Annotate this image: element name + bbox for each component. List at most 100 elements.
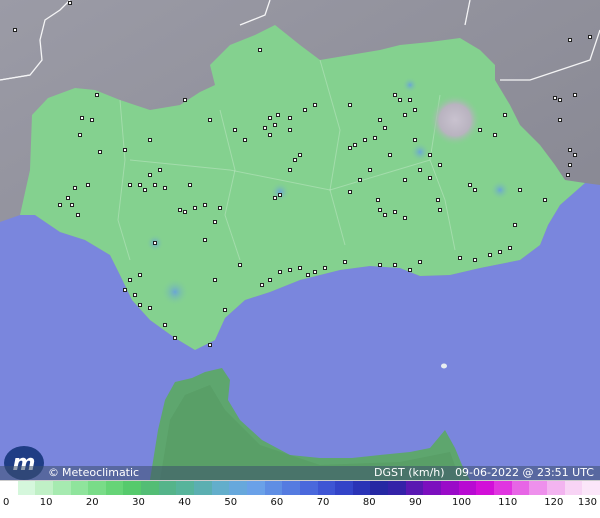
- station-marker[interactable]: [233, 128, 237, 132]
- station-marker[interactable]: [183, 210, 187, 214]
- station-marker[interactable]: [218, 206, 222, 210]
- station-marker[interactable]: [568, 148, 572, 152]
- station-marker[interactable]: [158, 168, 162, 172]
- station-marker[interactable]: [208, 118, 212, 122]
- station-marker[interactable]: [128, 278, 132, 282]
- station-marker[interactable]: [273, 196, 277, 200]
- station-marker[interactable]: [568, 163, 572, 167]
- station-marker[interactable]: [70, 203, 74, 207]
- station-marker[interactable]: [276, 113, 280, 117]
- station-marker[interactable]: [153, 183, 157, 187]
- station-marker[interactable]: [313, 103, 317, 107]
- station-marker[interactable]: [95, 93, 99, 97]
- station-marker[interactable]: [518, 188, 522, 192]
- station-marker[interactable]: [573, 153, 577, 157]
- station-marker[interactable]: [403, 216, 407, 220]
- station-marker[interactable]: [203, 203, 207, 207]
- station-marker[interactable]: [66, 196, 70, 200]
- station-marker[interactable]: [413, 138, 417, 142]
- station-marker[interactable]: [298, 266, 302, 270]
- station-marker[interactable]: [408, 98, 412, 102]
- station-marker[interactable]: [278, 270, 282, 274]
- station-marker[interactable]: [263, 126, 267, 130]
- station-marker[interactable]: [553, 96, 557, 100]
- station-marker[interactable]: [378, 263, 382, 267]
- station-marker[interactable]: [163, 323, 167, 327]
- station-marker[interactable]: [373, 136, 377, 140]
- station-marker[interactable]: [418, 168, 422, 172]
- station-marker[interactable]: [58, 203, 62, 207]
- station-marker[interactable]: [78, 133, 82, 137]
- station-marker[interactable]: [213, 278, 217, 282]
- station-marker[interactable]: [303, 108, 307, 112]
- map-canvas[interactable]: [0, 0, 600, 517]
- station-marker[interactable]: [258, 48, 262, 52]
- station-marker[interactable]: [383, 126, 387, 130]
- station-marker[interactable]: [13, 28, 17, 32]
- station-marker[interactable]: [408, 268, 412, 272]
- station-marker[interactable]: [558, 118, 562, 122]
- station-marker[interactable]: [348, 103, 352, 107]
- station-marker[interactable]: [153, 241, 157, 245]
- station-marker[interactable]: [163, 186, 167, 190]
- station-marker[interactable]: [268, 278, 272, 282]
- station-marker[interactable]: [193, 206, 197, 210]
- station-marker[interactable]: [123, 288, 127, 292]
- station-marker[interactable]: [393, 263, 397, 267]
- station-marker[interactable]: [203, 238, 207, 242]
- station-marker[interactable]: [73, 186, 77, 190]
- station-marker[interactable]: [428, 176, 432, 180]
- station-marker[interactable]: [458, 256, 462, 260]
- station-marker[interactable]: [76, 213, 80, 217]
- station-marker[interactable]: [188, 183, 192, 187]
- station-marker[interactable]: [178, 208, 182, 212]
- station-marker[interactable]: [213, 220, 217, 224]
- station-marker[interactable]: [223, 308, 227, 312]
- station-marker[interactable]: [298, 153, 302, 157]
- station-marker[interactable]: [138, 273, 142, 277]
- station-marker[interactable]: [488, 253, 492, 257]
- station-marker[interactable]: [128, 183, 132, 187]
- station-marker[interactable]: [173, 336, 177, 340]
- station-marker[interactable]: [268, 116, 272, 120]
- station-marker[interactable]: [348, 146, 352, 150]
- station-marker[interactable]: [413, 108, 417, 112]
- station-marker[interactable]: [86, 183, 90, 187]
- station-marker[interactable]: [403, 113, 407, 117]
- station-marker[interactable]: [398, 98, 402, 102]
- station-marker[interactable]: [90, 118, 94, 122]
- station-marker[interactable]: [428, 153, 432, 157]
- station-marker[interactable]: [393, 93, 397, 97]
- station-marker[interactable]: [473, 258, 477, 262]
- station-marker[interactable]: [133, 293, 137, 297]
- station-marker[interactable]: [148, 306, 152, 310]
- station-marker[interactable]: [293, 158, 297, 162]
- station-marker[interactable]: [123, 148, 127, 152]
- station-marker[interactable]: [498, 250, 502, 254]
- station-marker[interactable]: [273, 123, 277, 127]
- station-marker[interactable]: [383, 213, 387, 217]
- station-marker[interactable]: [588, 35, 592, 39]
- station-marker[interactable]: [238, 263, 242, 267]
- station-marker[interactable]: [558, 98, 562, 102]
- station-marker[interactable]: [148, 138, 152, 142]
- station-marker[interactable]: [376, 198, 380, 202]
- station-marker[interactable]: [268, 133, 272, 137]
- station-marker[interactable]: [243, 138, 247, 142]
- station-marker[interactable]: [438, 208, 442, 212]
- station-marker[interactable]: [143, 188, 147, 192]
- station-marker[interactable]: [288, 168, 292, 172]
- station-marker[interactable]: [138, 303, 142, 307]
- station-marker[interactable]: [573, 93, 577, 97]
- station-marker[interactable]: [343, 260, 347, 264]
- station-marker[interactable]: [493, 133, 497, 137]
- station-marker[interactable]: [378, 208, 382, 212]
- station-marker[interactable]: [543, 198, 547, 202]
- station-marker[interactable]: [503, 113, 507, 117]
- station-marker[interactable]: [278, 193, 282, 197]
- station-marker[interactable]: [68, 1, 72, 5]
- station-marker[interactable]: [436, 198, 440, 202]
- station-marker[interactable]: [260, 283, 264, 287]
- station-marker[interactable]: [568, 38, 572, 42]
- station-marker[interactable]: [183, 98, 187, 102]
